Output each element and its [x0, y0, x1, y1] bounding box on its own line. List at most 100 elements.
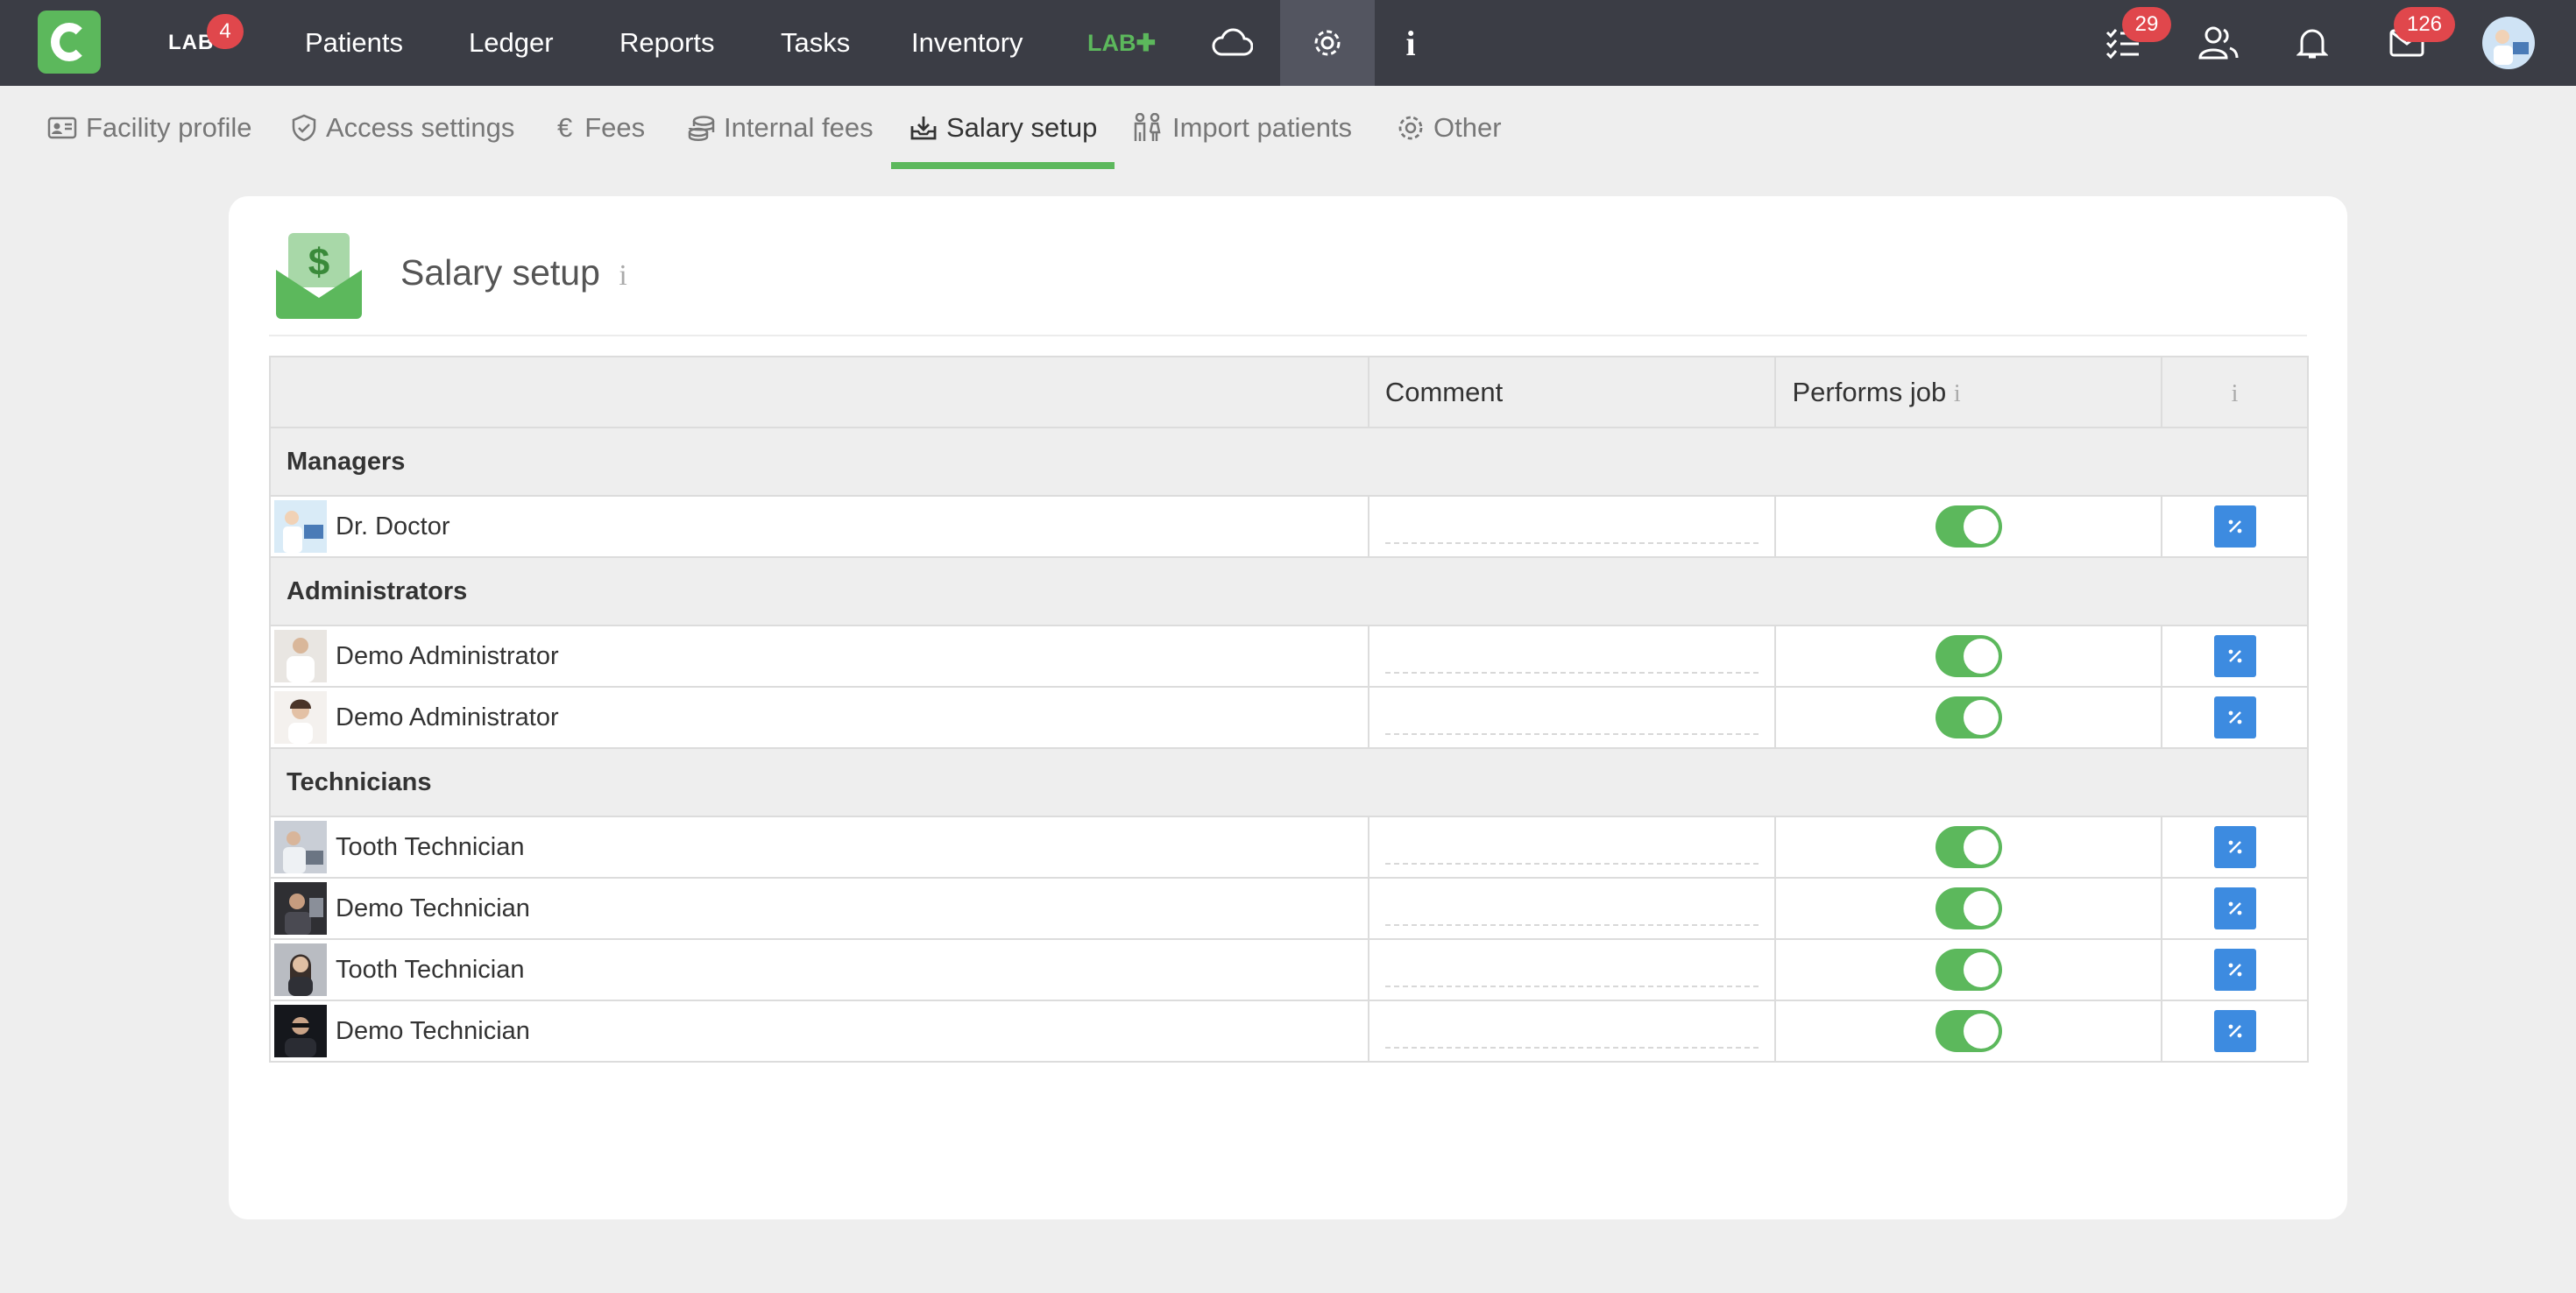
group-label: Managers: [269, 427, 2309, 497]
salary-table: Comment Performs job i i Managers Dr. Do…: [269, 356, 2309, 1063]
comment-field[interactable]: [1384, 1014, 1759, 1049]
page-title: Salary setup i: [400, 252, 627, 293]
comment-field[interactable]: [1384, 700, 1759, 735]
cloud-icon[interactable]: [1197, 0, 1267, 86]
person-name: Tooth Technician: [336, 955, 525, 984]
info-icon[interactable]: i: [1389, 0, 1433, 86]
table-row: Tooth Technician: [269, 816, 2309, 879]
table-row: Demo Administrator: [269, 686, 2309, 749]
info-icon[interactable]: i: [619, 259, 626, 292]
avatar: [274, 943, 327, 996]
active-tab-indicator: [891, 162, 1115, 169]
id-card-icon: [47, 117, 77, 139]
salary-setup-card: $ Salary setup i Comment Performs job i …: [229, 196, 2347, 1219]
nav-lab-plus[interactable]: LAB✚: [1087, 0, 1156, 86]
performs-job-toggle[interactable]: [1935, 826, 2002, 868]
performs-job-toggle[interactable]: [1935, 949, 2002, 991]
table-row: Dr. Doctor: [269, 495, 2309, 558]
lab-badge: 4: [207, 14, 244, 49]
gear-icon[interactable]: [1280, 0, 1375, 86]
percent-button[interactable]: [2213, 505, 2256, 548]
group-row-managers: Managers: [269, 427, 2309, 497]
shield-check-icon: [292, 114, 316, 142]
table-header-row: Comment Performs job i i: [269, 356, 2309, 428]
tab-other[interactable]: Other: [1397, 86, 1502, 170]
download-tray-icon: [910, 117, 937, 140]
person-name: Tooth Technician: [336, 832, 525, 861]
money-envelope-icon: $: [272, 230, 365, 327]
percent-icon: [2228, 649, 2241, 663]
tab-access-settings[interactable]: Access settings: [291, 86, 514, 170]
percent-button[interactable]: [2213, 826, 2256, 868]
comment-field[interactable]: [1384, 830, 1759, 865]
comment-field[interactable]: [1384, 891, 1759, 926]
tab-fees[interactable]: € Fees: [557, 86, 645, 170]
performs-job-toggle[interactable]: [1935, 1010, 2002, 1052]
comment-field[interactable]: [1384, 639, 1759, 674]
column-header-comment: Comment: [1367, 356, 1777, 428]
percent-icon: [2228, 1024, 2241, 1038]
percent-button[interactable]: [2213, 635, 2256, 677]
percent-icon: [2228, 901, 2241, 915]
nav-reports[interactable]: Reports: [619, 0, 715, 86]
nav-patients[interactable]: Patients: [305, 0, 403, 86]
performs-job-toggle[interactable]: [1935, 635, 2002, 677]
info-icon[interactable]: i: [1954, 380, 1961, 407]
nav-tasks[interactable]: Tasks: [781, 0, 850, 86]
info-icon[interactable]: i: [2232, 380, 2239, 407]
coins-icon: [688, 116, 715, 141]
tab-import-patients[interactable]: Import patients: [1132, 86, 1352, 170]
table-row: Demo Technician: [269, 1000, 2309, 1063]
person-name: Demo Technician: [336, 1016, 530, 1045]
percent-icon: [2228, 519, 2241, 533]
group-row-technicians: Technicians: [269, 747, 2309, 817]
tasks-badge: 29: [2122, 7, 2171, 42]
person-name: Demo Technician: [336, 894, 530, 922]
person-name: Demo Administrator: [336, 703, 559, 731]
nav-lab[interactable]: LAB: [168, 0, 214, 86]
comment-field[interactable]: [1384, 952, 1759, 987]
avatar: [274, 691, 327, 744]
person-name: Demo Administrator: [336, 641, 559, 670]
percent-button[interactable]: [2213, 696, 2256, 738]
person-name: Dr. Doctor: [336, 512, 450, 541]
user-avatar[interactable]: [2480, 0, 2537, 86]
group-label: Technicians: [269, 747, 2309, 817]
comment-field[interactable]: [1384, 509, 1759, 544]
group-label: Administrators: [269, 556, 2309, 626]
messages-badge: 126: [2394, 7, 2455, 42]
percent-button[interactable]: [2213, 1010, 2256, 1052]
settings-tabs: Facility profile Access settings € Fees …: [0, 86, 2576, 173]
table-row: Demo Administrator: [269, 625, 2309, 688]
percent-icon: [2228, 840, 2241, 854]
avatar: [274, 1005, 327, 1057]
people-icon: [1134, 113, 1161, 141]
gear-icon: [1398, 116, 1423, 140]
tab-facility-profile[interactable]: Facility profile: [47, 86, 252, 170]
plus-icon: ✚: [1136, 30, 1157, 56]
avatar: [274, 821, 327, 873]
column-header-performs-job: Performs job i: [1774, 356, 2163, 428]
nav-ledger[interactable]: Ledger: [469, 0, 554, 86]
performs-job-toggle[interactable]: [1935, 696, 2002, 738]
performs-job-toggle[interactable]: [1935, 887, 2002, 929]
percent-icon: [2228, 963, 2241, 977]
avatar: [274, 630, 327, 682]
performs-job-toggle[interactable]: [1935, 505, 2002, 548]
avatar: [274, 500, 327, 553]
tab-salary-setup[interactable]: Salary setup: [909, 86, 1097, 170]
table-row: Demo Technician: [269, 877, 2309, 940]
users-icon[interactable]: [2192, 0, 2245, 86]
svg-text:$: $: [308, 241, 329, 284]
tab-internal-fees[interactable]: Internal fees: [687, 86, 874, 170]
column-header-name: [269, 356, 1369, 428]
percent-button[interactable]: [2213, 949, 2256, 991]
percent-icon: [2228, 710, 2241, 724]
percent-button[interactable]: [2213, 887, 2256, 929]
nav-inventory[interactable]: Inventory: [911, 0, 1023, 86]
bell-icon[interactable]: [2290, 0, 2334, 86]
app-logo[interactable]: [38, 11, 101, 74]
avatar: [274, 882, 327, 935]
table-row: Tooth Technician: [269, 938, 2309, 1001]
euro-icon: €: [557, 112, 573, 143]
